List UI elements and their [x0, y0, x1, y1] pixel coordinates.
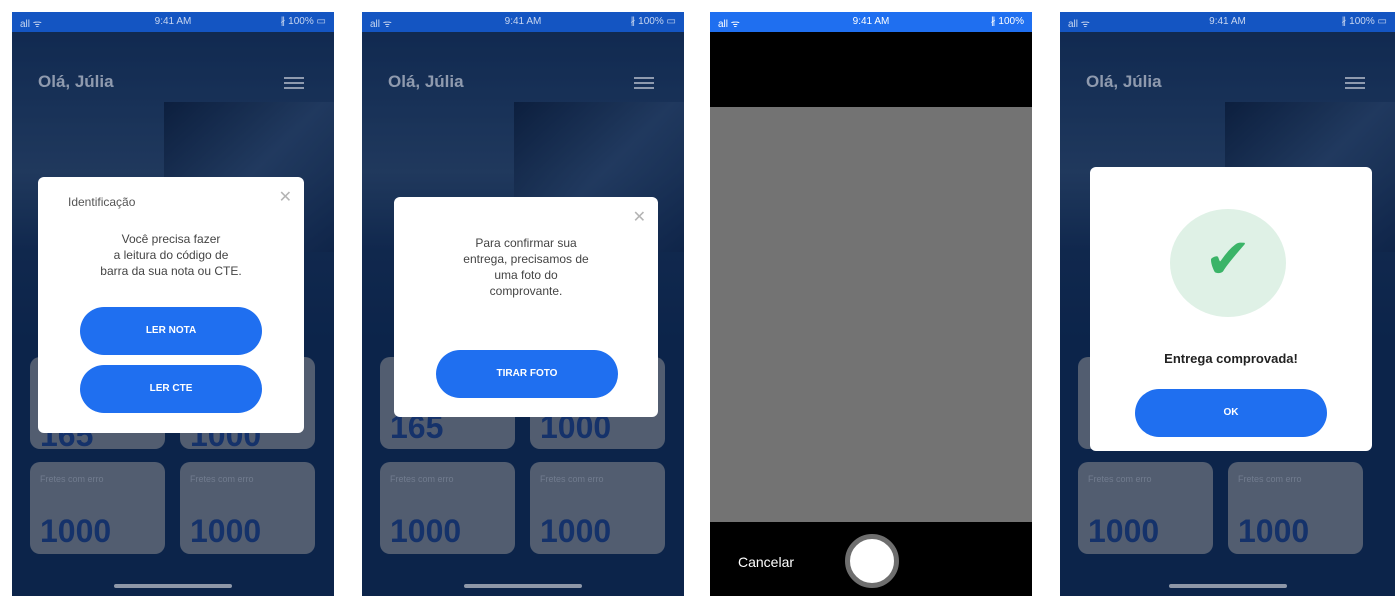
close-icon[interactable]: ✕	[279, 187, 292, 207]
camera-controls: Cancelar	[710, 522, 1032, 596]
identification-modal: Identificação ✕ Você precisa fazer a lei…	[38, 177, 304, 433]
home-indicator	[114, 584, 232, 588]
checkmark-icon: ✔	[1204, 227, 1252, 290]
phone-screen-camera: all ᯤ 9:41 AM ∦ 100% Cancelar	[710, 12, 1032, 596]
success-message: Entrega comprovada!	[1164, 351, 1298, 366]
shutter-button[interactable]	[845, 534, 899, 588]
battery-icon: ∦ 100%	[990, 16, 1024, 27]
home-indicator	[464, 584, 582, 588]
battery-icon: ∦ 100% ▭	[280, 16, 326, 27]
phone-screen-success: all ᯤ 9:41 AM ∦ 100% ▭ Olá, Júlia Fretes…	[1060, 12, 1395, 596]
modal-text-line: Você precisa fazer	[121, 232, 221, 246]
modal-text-line: a leitura do código de	[113, 248, 229, 262]
home-indicator	[1168, 584, 1287, 588]
modal-text-line: entrega, precisamos de	[463, 252, 589, 266]
status-bar: all ᯤ 9:41 AM ∦ 100% ▭	[362, 12, 684, 32]
photo-modal: ✕ Para confirmar sua entrega, precisamos…	[394, 197, 658, 417]
success-circle: ✔	[1170, 209, 1286, 317]
phone-screen-photo: all ᯤ 9:41 AM ∦ 100% ▭ Olá, Júlia 165 10…	[362, 12, 684, 596]
close-icon[interactable]: ✕	[633, 207, 646, 227]
ok-button[interactable]: OK	[1135, 389, 1327, 437]
status-bar: all ᯤ 9:41 AM ∦ 100%	[710, 12, 1032, 32]
modal-text-line: uma foto do	[494, 268, 558, 282]
modal-text-line: barra da sua nota ou CTE.	[100, 264, 242, 278]
modal-text-line: comprovante.	[489, 284, 563, 298]
modal-text-line: Para confirmar sua	[475, 236, 577, 250]
read-invoice-button[interactable]: LER NOTA	[80, 307, 262, 355]
success-modal: ✔ Entrega comprovada! OK	[1090, 167, 1372, 451]
take-photo-button[interactable]: TIRAR FOTO	[436, 350, 618, 398]
status-bar: all ᯤ 9:41 AM ∦ 100% ▭	[12, 12, 334, 32]
battery-icon: ∦ 100% ▭	[1341, 16, 1387, 27]
camera-top-bar	[710, 32, 1032, 107]
battery-icon: ∦ 100% ▭	[630, 16, 676, 27]
phone-screen-identification: all ᯤ 9:41 AM ∦ 100% ▭ Olá, Júlia 165 10…	[12, 12, 334, 596]
status-bar: all ᯤ 9:41 AM ∦ 100% ▭	[1060, 12, 1395, 32]
status-time: 9:41 AM	[852, 16, 890, 27]
modal-title: Identificação	[68, 195, 136, 209]
read-cte-button[interactable]: LER CTE	[80, 365, 262, 413]
cancel-button[interactable]: Cancelar	[738, 554, 794, 570]
